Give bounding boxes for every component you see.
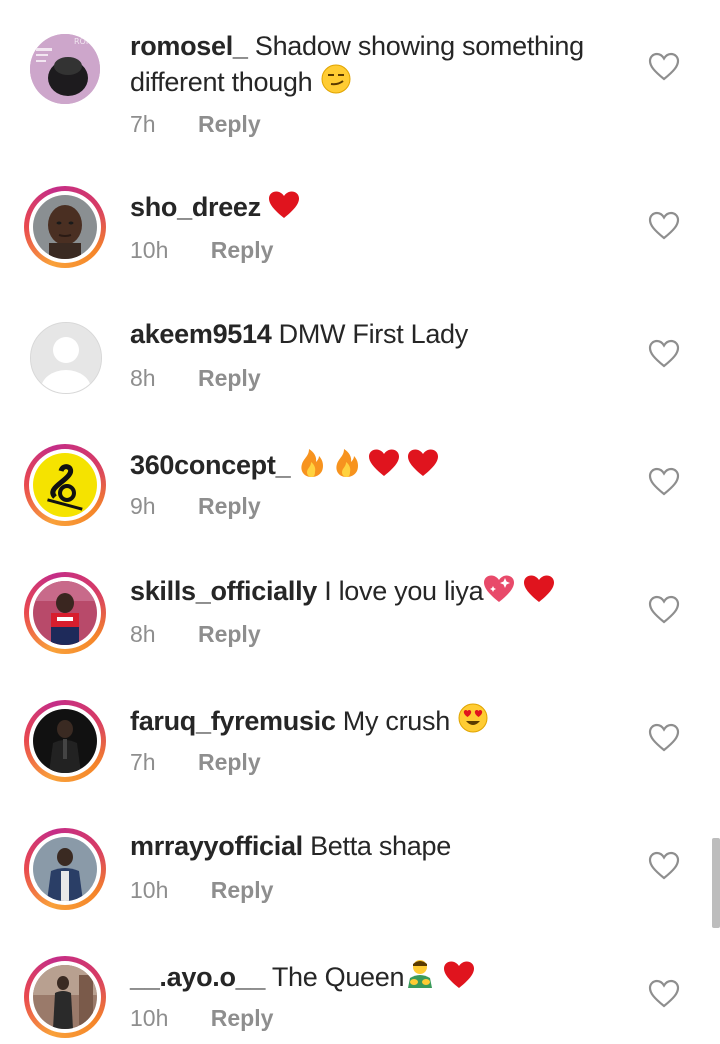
comment-text: My crush <box>342 706 450 736</box>
avatar[interactable] <box>24 444 106 526</box>
comment-meta: 9h Reply <box>130 492 261 520</box>
comment-item: akeem9514 DMW First Lady 8h Reply <box>0 280 720 408</box>
avatar[interactable] <box>24 572 106 654</box>
reply-button[interactable]: Reply <box>211 236 274 264</box>
comment-meta: 7h Reply <box>130 748 261 776</box>
comment-time: 10h <box>130 237 169 263</box>
reply-button[interactable]: Reply <box>211 1004 274 1032</box>
comment-time: 7h <box>130 749 156 775</box>
comment-time: 8h <box>130 365 156 391</box>
fire-emoji <box>333 446 361 486</box>
comment-item: skills_officially I love you liya 8h Rep… <box>0 536 720 664</box>
comment-body: __.ayo.o__ The Queen <box>130 958 630 998</box>
avatar-logo-text: ROMS <box>74 37 98 46</box>
like-heart-icon[interactable] <box>648 52 680 82</box>
comment-item: faruq_fyremusic My crush 7h Reply <box>0 664 720 792</box>
comment-body: faruq_fyremusic My crush <box>130 702 630 742</box>
like-heart-icon[interactable] <box>648 723 680 753</box>
default-avatar-icon <box>31 323 101 393</box>
comment-time: 7h <box>130 111 156 137</box>
comment-username[interactable]: 360concept_ <box>130 450 291 480</box>
comment-text: Shadow showing something <box>254 31 584 61</box>
comment-item: sho_dreez 10h Reply <box>0 150 720 280</box>
like-heart-icon[interactable] <box>648 979 680 1009</box>
comment-meta: 10h Reply <box>130 236 273 264</box>
avatar[interactable] <box>24 700 106 782</box>
comment-item: ROMS romosel_ Shadow showing something d… <box>0 0 720 150</box>
avatar-image <box>33 195 97 259</box>
red-heart-emoji <box>368 448 400 486</box>
reply-button[interactable]: Reply <box>198 748 261 776</box>
avatar[interactable] <box>24 956 106 1038</box>
avatar-image <box>33 709 97 773</box>
comment-username[interactable]: faruq_fyremusic <box>130 706 336 736</box>
avatar-image <box>33 581 97 645</box>
comment-meta: 8h Reply <box>130 620 261 648</box>
red-heart-emoji <box>523 574 555 612</box>
avatar-image <box>33 837 97 901</box>
comment-item: mrrayyofficial Betta shape 10h Reply <box>0 792 720 920</box>
avatar[interactable] <box>24 186 106 268</box>
comment-meta: 10h Reply <box>130 1004 273 1032</box>
comment-text: I love you liya <box>324 576 484 606</box>
comment-body-line2: different though <box>130 63 630 103</box>
like-heart-icon[interactable] <box>648 595 680 625</box>
man-bowing-emoji <box>404 958 436 998</box>
like-heart-icon[interactable] <box>648 467 680 497</box>
red-heart-emoji <box>268 190 300 228</box>
comment-body: akeem9514 DMW First Lady <box>130 318 630 351</box>
like-heart-icon[interactable] <box>648 851 680 881</box>
avatar-image: ROMS <box>30 34 100 104</box>
sparkling-heart-emoji <box>483 574 515 612</box>
reply-button[interactable]: Reply <box>198 110 261 138</box>
red-heart-emoji <box>443 960 475 998</box>
comment-time: 9h <box>130 493 156 519</box>
scrollbar[interactable] <box>712 838 720 928</box>
avatar[interactable]: ROMS <box>24 28 106 110</box>
comment-username[interactable]: romosel_ <box>130 31 248 61</box>
comment-item: __.ayo.o__ The Queen 10h Reply <box>0 920 720 1044</box>
red-heart-emoji <box>407 448 439 486</box>
reply-button[interactable]: Reply <box>211 876 274 904</box>
heart-eyes-emoji <box>457 702 489 742</box>
comment-meta: 10h Reply <box>130 876 273 904</box>
comment-body: skills_officially I love you liya <box>130 574 630 612</box>
comment-username[interactable]: skills_officially <box>130 576 317 606</box>
avatar-image <box>33 453 97 517</box>
like-heart-icon[interactable] <box>648 211 680 241</box>
comment-username[interactable]: __.ayo.o__ <box>130 962 265 992</box>
comment-time: 8h <box>130 621 156 647</box>
avatar-image <box>33 965 97 1029</box>
comment-body: sho_dreez <box>130 190 630 228</box>
avatar[interactable] <box>24 828 106 910</box>
comment-body: mrrayyofficial Betta shape <box>130 830 630 863</box>
comment-text: DMW First Lady <box>278 319 469 349</box>
comment-text: Betta shape <box>310 831 451 861</box>
fire-emoji <box>298 446 326 486</box>
smirk-emoji <box>320 63 352 103</box>
comment-text: The Queen <box>271 962 405 992</box>
reply-button[interactable]: Reply <box>198 364 261 392</box>
reply-button[interactable]: Reply <box>198 492 261 520</box>
like-heart-icon[interactable] <box>648 339 680 369</box>
comment-meta: 7h Reply <box>130 110 261 138</box>
reply-button[interactable]: Reply <box>198 620 261 648</box>
comment-time: 10h <box>130 1005 169 1031</box>
comment-text-line2: different though <box>130 67 313 97</box>
comment-username[interactable]: mrrayyofficial <box>130 831 303 861</box>
comment-username[interactable]: akeem9514 <box>130 319 272 349</box>
comment-body: 360concept_ <box>130 446 630 486</box>
comment-item: 360concept_ 9h Reply <box>0 408 720 536</box>
comment-time: 10h <box>130 877 169 903</box>
avatar[interactable] <box>24 316 106 398</box>
comment-body: romosel_ Shadow showing something <box>130 30 630 63</box>
comment-username[interactable]: sho_dreez <box>130 192 261 222</box>
comment-meta: 8h Reply <box>130 364 261 392</box>
